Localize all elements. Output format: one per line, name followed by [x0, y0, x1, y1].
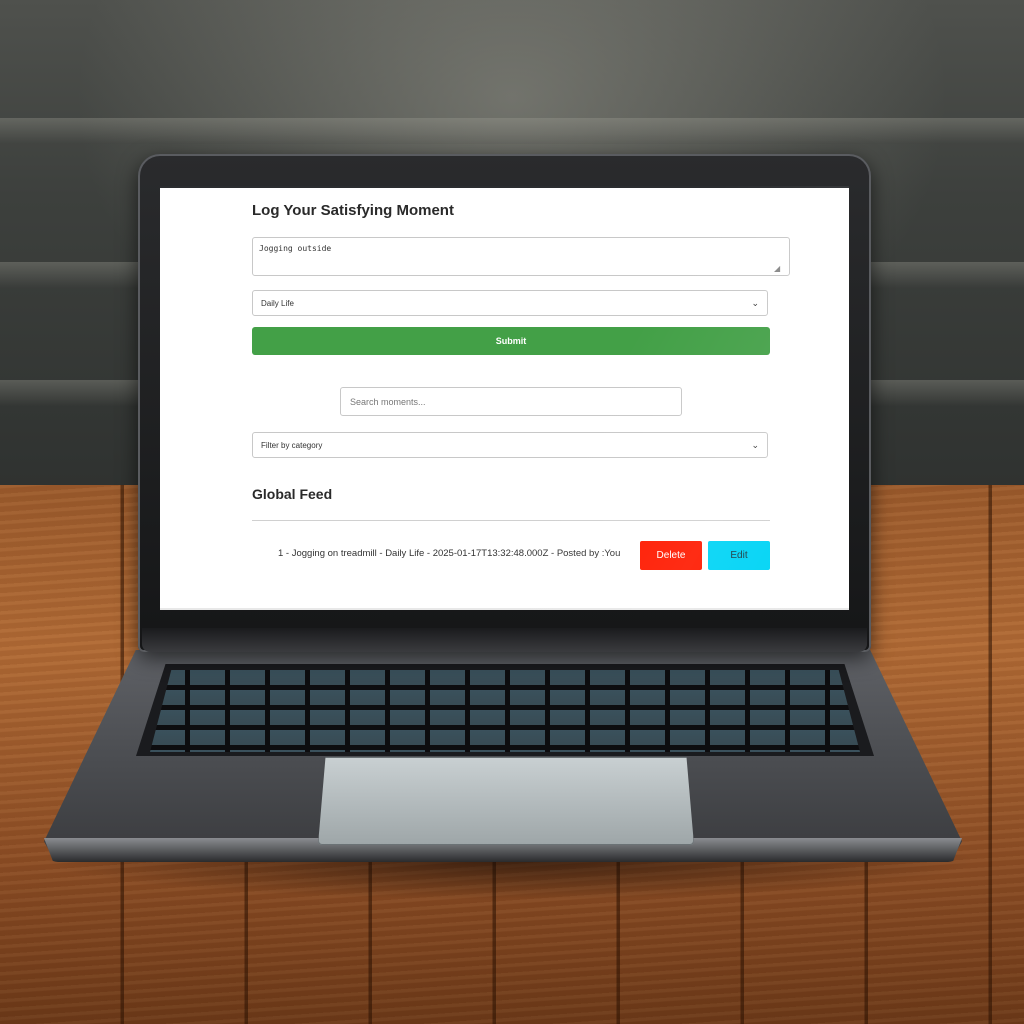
- search-input[interactable]: [340, 387, 682, 416]
- keyboard-keys: [150, 670, 860, 752]
- delete-button[interactable]: Delete: [640, 541, 702, 570]
- page-title: Log Your Satisfying Moment: [252, 202, 454, 219]
- category-select-value: Daily Life: [261, 298, 294, 308]
- submit-button[interactable]: Submit: [252, 327, 770, 355]
- list-item: 1 - Jogging on treadmill - Daily Life - …: [252, 536, 770, 586]
- trackpad: [318, 757, 694, 845]
- category-select[interactable]: Daily Life ⌄: [252, 290, 768, 316]
- wall-stripe: [0, 118, 1024, 144]
- browser-top-bar: [160, 186, 849, 188]
- chevron-down-icon: ⌄: [751, 439, 759, 450]
- chevron-down-icon: ⌄: [751, 297, 759, 308]
- feed-item-text: 1 - Jogging on treadmill - Daily Life - …: [278, 548, 621, 559]
- feed-title: Global Feed: [252, 486, 333, 502]
- edit-button[interactable]: Edit: [708, 541, 770, 570]
- moment-textarea[interactable]: Jogging outside: [252, 237, 790, 276]
- category-filter-value: Filter by category: [261, 440, 323, 450]
- feed-divider: [252, 520, 770, 521]
- taskbar: [160, 608, 849, 610]
- laptop-screen: Log Your Satisfying Moment Jogging outsi…: [160, 186, 849, 610]
- laptop-bezel-bottom: [142, 628, 867, 652]
- resize-handle-icon[interactable]: ◢: [774, 264, 780, 273]
- category-filter-select[interactable]: Filter by category ⌄: [252, 432, 768, 458]
